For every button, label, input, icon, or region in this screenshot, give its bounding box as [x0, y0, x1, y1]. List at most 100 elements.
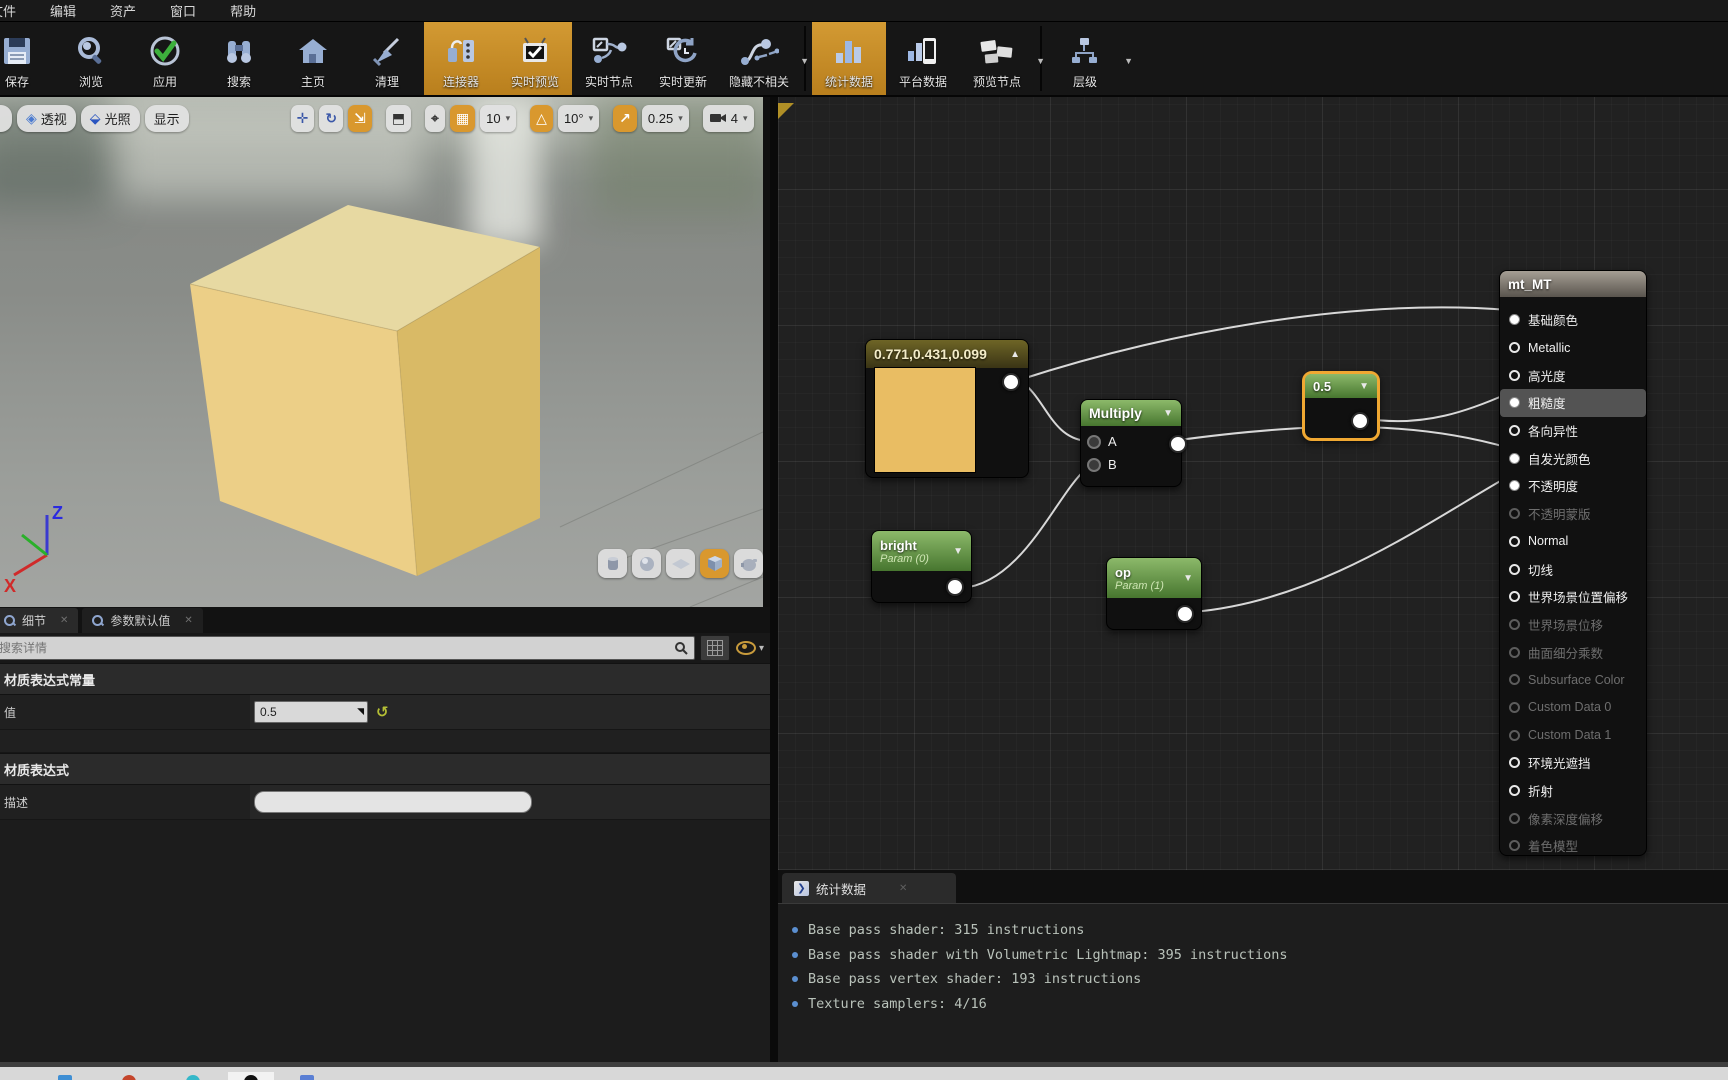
rotate-tool-button[interactable]: ↻ [319, 105, 343, 132]
pin-normal[interactable]: Normal [1500, 528, 1646, 556]
pin-pixel-depth-offset[interactable]: 像素深度偏移 [1500, 804, 1646, 832]
save-button[interactable]: 保存 [0, 22, 54, 95]
close-icon[interactable]: ✕ [899, 883, 907, 894]
close-icon[interactable]: ✕ [60, 615, 68, 626]
collapse-icon[interactable]: ▲ [1010, 349, 1020, 360]
panel-divider[interactable] [770, 97, 778, 1062]
live-nodes-button[interactable]: 实时节点 [572, 22, 646, 95]
search-input[interactable] [0, 641, 674, 655]
platform-stats-button[interactable]: 平台数据 [886, 22, 960, 95]
pin-opacity-mask[interactable]: 不透明蒙版 [1500, 500, 1646, 528]
taskbar-app-icon[interactable] [186, 1075, 200, 1080]
chevron-down-icon[interactable]: ▼ [800, 56, 809, 66]
preview-viewport[interactable]: ▾ ◈ 透视 ⬙ 光照 显示 ✛ ↻ ⇲ [0, 97, 763, 607]
pin-world-position-offset[interactable]: 世界场景位置偏移 [1500, 583, 1646, 611]
node-param-op[interactable]: op Param (1) ▼ [1106, 557, 1202, 630]
pin-shading-model[interactable]: 着色模型 [1500, 832, 1646, 860]
pin-metallic[interactable]: Metallic [1500, 334, 1646, 362]
menu-window[interactable]: 窗口 [170, 1, 196, 20]
cube-shape-button[interactable] [700, 549, 729, 578]
pin-custom-data-1[interactable]: Custom Data 1 [1500, 721, 1646, 749]
plane-shape-button[interactable] [666, 549, 695, 578]
input-pin-a[interactable] [1087, 435, 1101, 449]
material-graph-canvas[interactable]: 0.771,0.431,0.099 ▲ Multiply ▼ A [778, 97, 1728, 870]
hierarchy-button[interactable]: 层级 ▼ [1048, 22, 1122, 95]
output-pin[interactable] [1176, 605, 1194, 623]
description-input[interactable] [254, 791, 532, 813]
pin-emissive-color[interactable]: 自发光颜色 [1500, 444, 1646, 472]
node-material-result[interactable]: mt_MT 基础颜色 Metallic 高光度 粗糙度 各向异性 自发光颜色 不… [1499, 270, 1647, 856]
tab-stats[interactable]: ❯ 统计数据 ✕ [782, 873, 956, 903]
sphere-shape-button[interactable] [632, 549, 661, 578]
reset-to-default-icon[interactable]: ↺ [376, 703, 389, 721]
cylinder-shape-button[interactable] [598, 549, 627, 578]
taskbar-app-icon[interactable] [58, 1075, 72, 1080]
output-pin[interactable] [1002, 373, 1020, 391]
pin-tessellation-multiplier[interactable]: 曲面细分乘数 [1500, 638, 1646, 666]
scale-snap-value[interactable]: 0.25▾ [642, 105, 689, 132]
value-input[interactable] [255, 705, 353, 719]
home-button[interactable]: 主页 [276, 22, 350, 95]
output-pin[interactable] [946, 578, 964, 596]
node-multiply[interactable]: Multiply ▼ A B [1080, 399, 1182, 487]
taskbar-active-app[interactable] [228, 1072, 274, 1080]
apply-button[interactable]: 应用 [128, 22, 202, 95]
connectors-button[interactable]: 连接器 [424, 22, 498, 95]
os-taskbar[interactable] [0, 1062, 1728, 1080]
value-field[interactable]: ◥ [254, 701, 368, 723]
viewport-options-button[interactable]: ▾ [0, 105, 12, 132]
collapse-icon[interactable]: ▼ [1163, 408, 1173, 419]
drag-handle-icon[interactable]: ◥ [357, 706, 364, 717]
pin-custom-data-0[interactable]: Custom Data 0 [1500, 694, 1646, 722]
tab-details[interactable]: 细节 ✕ [0, 608, 78, 633]
close-icon[interactable]: ✕ [184, 615, 192, 626]
live-preview-button[interactable]: 实时预览 [498, 22, 572, 95]
clean-button[interactable]: 清理 [350, 22, 424, 95]
node-constant-color[interactable]: 0.771,0.431,0.099 ▲ [865, 339, 1029, 478]
menu-asset[interactable]: 资产 [110, 1, 136, 20]
preview-node-button[interactable]: 预览节点 ▼ [960, 22, 1034, 95]
perspective-button[interactable]: ◈ 透视 [17, 105, 76, 132]
property-matrix-button[interactable] [700, 635, 730, 661]
pin-subsurface-color[interactable]: Subsurface Color [1500, 666, 1646, 694]
scale-snap-toggle[interactable]: ↗ [613, 105, 637, 132]
surface-snap-button[interactable]: ⌖ [425, 105, 445, 132]
stats-button[interactable]: 统计数据 [812, 22, 886, 95]
hide-unrelated-button[interactable]: 隐藏不相关 ▼ [720, 22, 798, 95]
pin-anisotropy[interactable]: 各向异性 [1500, 417, 1646, 445]
browse-button[interactable]: 浏览 [54, 22, 128, 95]
live-update-button[interactable]: 实时更新 [646, 22, 720, 95]
collapse-icon[interactable]: ▼ [1359, 381, 1369, 392]
pin-refraction[interactable]: 折射 [1500, 777, 1646, 805]
menu-edit[interactable]: 编辑 [50, 1, 76, 20]
menu-help[interactable]: 帮助 [230, 1, 256, 20]
pin-specular[interactable]: 高光度 [1500, 361, 1646, 389]
chevron-down-icon[interactable]: ▼ [1124, 56, 1133, 66]
grid-snap-toggle[interactable]: ▦ [450, 105, 475, 132]
node-param-bright[interactable]: bright Param (0) ▼ [871, 530, 972, 603]
collapse-icon[interactable]: ▼ [953, 546, 963, 557]
output-pin[interactable] [1169, 435, 1187, 453]
search-details-field[interactable] [0, 636, 695, 660]
mesh-shape-button[interactable] [734, 549, 763, 578]
view-options-button[interactable]: ▾ [736, 641, 764, 655]
grid-snap-value[interactable]: 10▾ [480, 105, 516, 132]
pin-tangent[interactable]: 切线 [1500, 555, 1646, 583]
output-pin[interactable] [1351, 412, 1369, 430]
tab-parameter-defaults[interactable]: 参数默认值 ✕ [82, 608, 202, 633]
section-material-expression-constant[interactable]: 材质表达式常量 [0, 663, 770, 695]
taskbar-app-icon[interactable] [122, 1075, 136, 1080]
menu-file[interactable]: 文件 [0, 1, 16, 20]
rotation-snap-value[interactable]: 10°▾ [558, 105, 599, 132]
node-scalar-selected[interactable]: 0.5 ▼ [1302, 371, 1380, 441]
camera-speed-button[interactable]: 4▾ [703, 105, 754, 132]
taskbar-app-icon[interactable] [300, 1075, 314, 1080]
pin-opacity[interactable]: 不透明度 [1500, 472, 1646, 500]
show-button[interactable]: 显示 [145, 105, 189, 132]
collapse-icon[interactable]: ▼ [1183, 573, 1193, 584]
coordinate-space-button[interactable]: ⬒ [386, 105, 411, 132]
pin-world-displacement[interactable]: 世界场景位移 [1500, 611, 1646, 639]
rotation-snap-toggle[interactable]: △ [530, 105, 553, 132]
lit-mode-button[interactable]: ⬙ 光照 [81, 105, 140, 132]
section-material-expression[interactable]: 材质表达式 [0, 753, 770, 785]
